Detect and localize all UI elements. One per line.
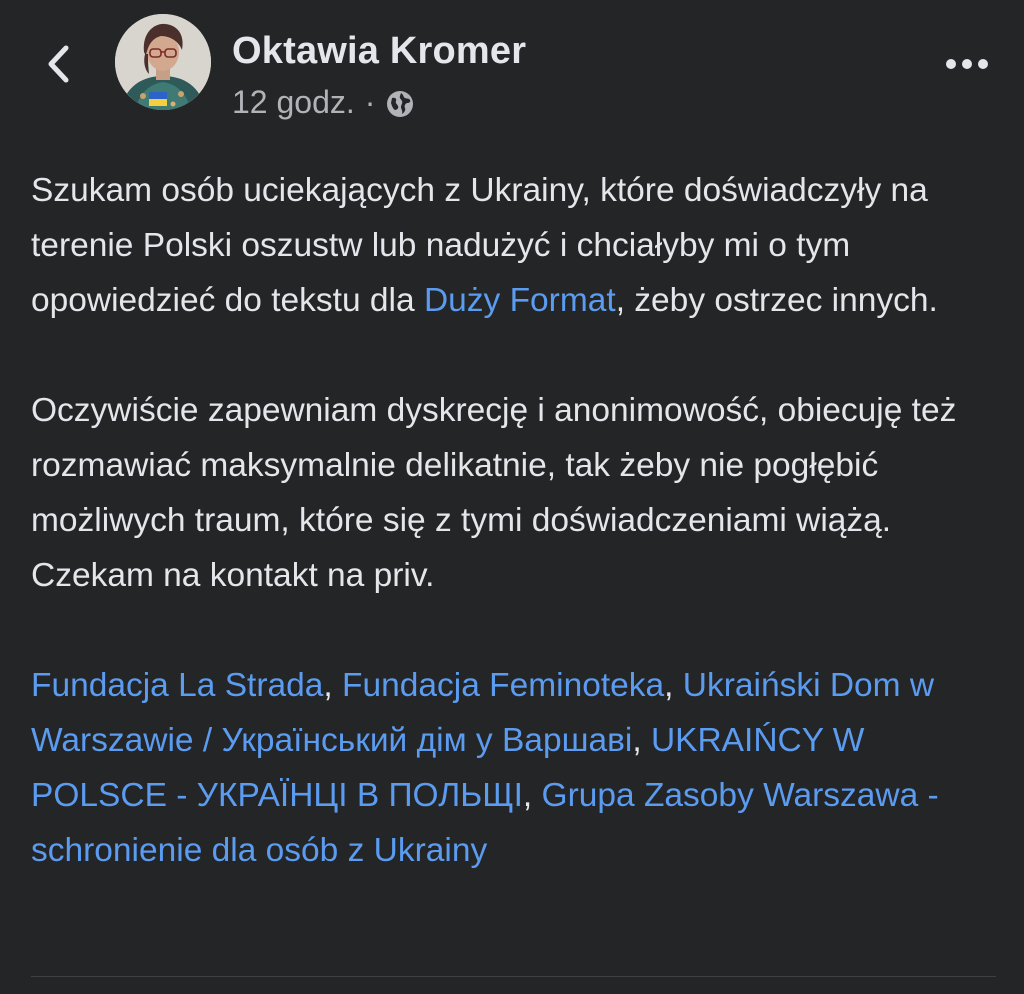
post-header: Oktawia Kromer 12 godz. · [0,0,1024,140]
tagged-pages: Fundacja La Strada, Fundacja Feminoteka,… [31,658,1001,878]
chevron-left-icon [48,45,69,83]
more-options-button[interactable] [940,44,994,84]
divider [31,976,996,977]
tag-separator: , [632,722,642,759]
post-text: , żeby ostrzec innych. [615,282,938,319]
tag-separator: , [664,667,674,704]
globe-icon[interactable] [385,89,415,119]
post-paragraph-2: Oczywiście zapewniam dyskrecję i anonimo… [31,392,957,594]
tag-separator: , [323,667,333,704]
more-horizontal-icon [946,59,988,69]
author-name[interactable]: Oktawia Kromer [232,30,526,73]
tag-link[interactable]: Fundacja Feminoteka [342,667,664,704]
back-button[interactable] [36,40,80,88]
tag-separator: , [522,777,533,814]
meta-separator: · [364,84,376,120]
post-body: Szukam osób uciekających z Ukrainy, któr… [31,163,1001,878]
post-timestamp[interactable]: 12 godz. [232,84,355,121]
post-meta: 12 godz. · [232,84,415,121]
tag-link[interactable]: Fundacja La Strada [31,667,323,704]
page-mention-link[interactable]: Duży Format [424,282,616,319]
avatar[interactable] [115,14,211,110]
post-paragraph-1: Szukam osób uciekających z Ukrainy, któr… [31,163,1001,328]
